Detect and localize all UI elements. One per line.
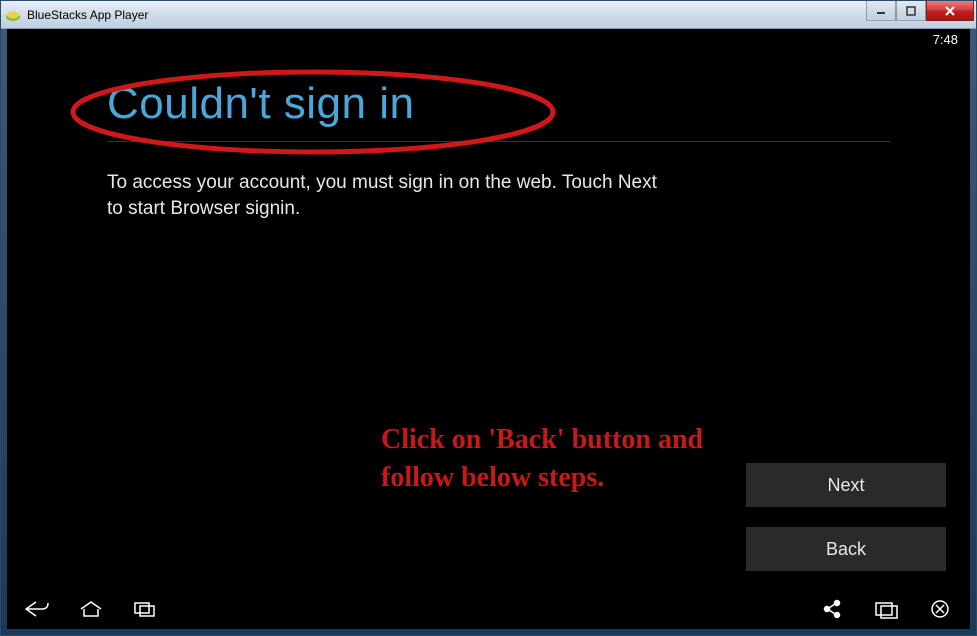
clock: 7:48 [933,32,958,47]
back-button[interactable]: Back [746,527,946,571]
android-statusbar: 7:48 [7,29,970,49]
button-column: Next Back [746,463,946,571]
back-nav-icon[interactable] [23,595,51,623]
share-icon[interactable] [818,595,846,623]
recent-apps-icon[interactable] [131,595,159,623]
body-text: To access your account, you must sign in… [107,170,667,221]
window-title: BlueStacks App Player [27,8,148,22]
android-navbar [7,589,970,629]
close-app-icon[interactable] [926,595,954,623]
next-button[interactable]: Next [746,463,946,507]
app-icon [5,7,21,23]
window-frame: BlueStacks App Player 7:48 Couldn't sign… [0,0,977,636]
heading-divider [107,141,890,142]
fullscreen-icon[interactable] [872,595,900,623]
content-area: Couldn't sign in To access your account,… [7,59,970,589]
page-heading: Couldn't sign in [107,79,890,129]
home-nav-icon[interactable] [77,595,105,623]
minimize-button[interactable] [866,1,896,21]
close-button[interactable] [926,1,974,21]
maximize-button[interactable] [896,1,926,21]
app-body: 7:48 Couldn't sign in To access your acc… [7,29,970,629]
window-controls [866,1,974,21]
annotation-text: Click on 'Back' button and follow below … [381,421,711,497]
titlebar: BlueStacks App Player [1,1,976,29]
